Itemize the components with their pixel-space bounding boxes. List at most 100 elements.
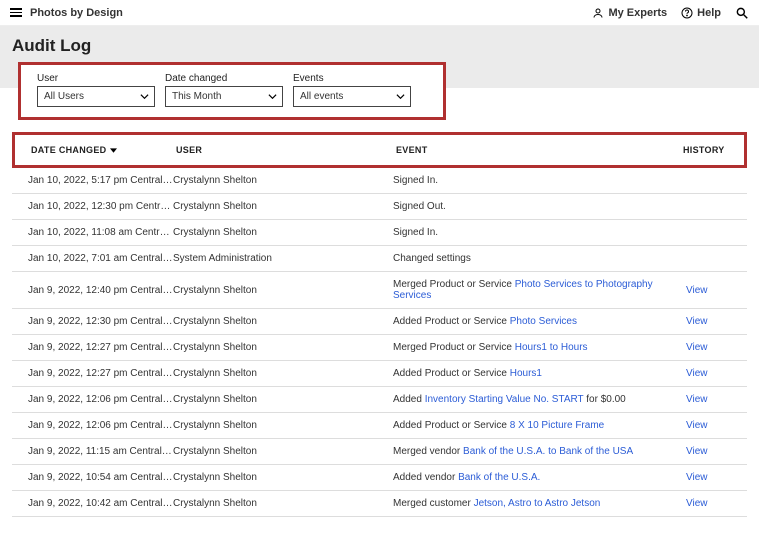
user-select[interactable]: All Users — [37, 86, 155, 107]
search-icon — [735, 6, 749, 20]
cell-event: Added Inventory Starting Value No. START… — [393, 394, 686, 405]
help-button[interactable]: Help — [681, 7, 721, 19]
cell-date: Jan 9, 2022, 12:40 pm Central Standa… — [18, 285, 173, 296]
cell-event: Merged Product or Service Hours1 to Hour… — [393, 342, 686, 353]
sort-desc-icon — [110, 145, 117, 155]
page-title: Audit Log — [12, 36, 747, 56]
col-header-history[interactable]: HISTORY — [683, 145, 738, 155]
cell-history: View — [686, 342, 741, 353]
view-link[interactable]: View — [686, 498, 708, 509]
cell-user: Crystalynn Shelton — [173, 201, 393, 212]
cell-date: Jan 9, 2022, 12:27 pm Central Standa… — [18, 368, 173, 379]
col-header-user[interactable]: USER — [176, 145, 396, 155]
cell-history: View — [686, 420, 741, 431]
help-icon — [681, 7, 693, 19]
cell-date: Jan 9, 2022, 12:30 pm Central Standa… — [18, 316, 173, 327]
cell-event: Merged Product or Service Photo Services… — [393, 279, 686, 301]
view-link[interactable]: View — [686, 420, 708, 431]
event-link[interactable]: Bank of the U.S.A. to Bank of the USA — [463, 446, 633, 457]
table-row: Jan 9, 2022, 11:15 am Central Standa…Cry… — [12, 439, 747, 465]
help-label: Help — [697, 7, 721, 19]
cell-user: Crystalynn Shelton — [173, 446, 393, 457]
filter-events: Events All events — [293, 73, 411, 107]
table-row: Jan 9, 2022, 12:27 pm Central Standa…Cry… — [12, 335, 747, 361]
view-link[interactable]: View — [686, 316, 708, 327]
event-link[interactable]: Jetson, Astro to Astro Jetson — [474, 498, 601, 509]
cell-history: View — [686, 446, 741, 457]
event-link[interactable]: Hours1 — [510, 368, 542, 379]
table-row: Jan 9, 2022, 12:40 pm Central Standa…Cry… — [12, 272, 747, 309]
filter-user: User All Users — [37, 73, 155, 107]
view-link[interactable]: View — [686, 472, 708, 483]
filter-user-label: User — [37, 73, 155, 84]
cell-date: Jan 9, 2022, 12:06 pm Central Standa… — [18, 394, 173, 405]
cell-date: Jan 9, 2022, 10:42 am Central Standa… — [18, 498, 173, 509]
cell-event: Added Product or Service Hours1 — [393, 368, 686, 379]
cell-user: Crystalynn Shelton — [173, 227, 393, 238]
filter-date-label: Date changed — [165, 73, 283, 84]
view-link[interactable]: View — [686, 368, 708, 379]
cell-date: Jan 9, 2022, 12:27 pm Central Standa… — [18, 342, 173, 353]
topbar: Photos by Design My Experts Help — [0, 0, 759, 26]
table-row: Jan 10, 2022, 11:08 am Central Stand…Cry… — [12, 220, 747, 246]
view-link[interactable]: View — [686, 394, 708, 405]
col-header-date[interactable]: DATE CHANGED — [21, 145, 176, 155]
cell-event: Changed settings — [393, 253, 686, 264]
table-row: Jan 9, 2022, 12:30 pm Central Standa…Cry… — [12, 309, 747, 335]
cell-date: Jan 9, 2022, 12:06 pm Central Standa… — [18, 420, 173, 431]
brand: Photos by Design — [30, 7, 123, 19]
filter-date: Date changed This Month — [165, 73, 283, 107]
cell-user: Crystalynn Shelton — [173, 498, 393, 509]
cell-date: Jan 10, 2022, 11:08 am Central Stand… — [18, 227, 173, 238]
person-icon — [592, 7, 604, 19]
event-link[interactable]: 8 X 10 Picture Frame — [510, 420, 604, 431]
table-row: Jan 9, 2022, 12:27 pm Central Standa…Cry… — [12, 361, 747, 387]
event-link[interactable]: Hours1 to Hours — [515, 342, 588, 353]
cell-history: View — [686, 498, 741, 509]
col-header-event[interactable]: EVENT — [396, 145, 683, 155]
cell-user: System Administration — [173, 253, 393, 264]
cell-event: Added Product or Service 8 X 10 Picture … — [393, 420, 686, 431]
table-row: Jan 10, 2022, 7:01 am Central Standa…Sys… — [12, 246, 747, 272]
cell-user: Crystalynn Shelton — [173, 316, 393, 327]
user-select-value: All Users — [44, 91, 84, 102]
cell-history: View — [686, 316, 741, 327]
cell-user: Crystalynn Shelton — [173, 175, 393, 186]
cell-date: Jan 10, 2022, 12:30 pm Central Stand… — [18, 201, 173, 212]
cell-date: Jan 9, 2022, 11:15 am Central Standa… — [18, 446, 173, 457]
event-link[interactable]: Photo Services — [510, 316, 577, 327]
cell-user: Crystalynn Shelton — [173, 394, 393, 405]
view-link[interactable]: View — [686, 342, 708, 353]
cell-event: Merged customer Jetson, Astro to Astro J… — [393, 498, 686, 509]
cell-user: Crystalynn Shelton — [173, 420, 393, 431]
date-select[interactable]: This Month — [165, 86, 283, 107]
cell-user: Crystalynn Shelton — [173, 472, 393, 483]
my-experts-button[interactable]: My Experts — [592, 7, 667, 19]
search-button[interactable] — [735, 6, 749, 20]
table-row: Jan 9, 2022, 10:42 am Central Standa…Cry… — [12, 491, 747, 517]
cell-date: Jan 9, 2022, 10:54 am Central Standa… — [18, 472, 173, 483]
cell-user: Crystalynn Shelton — [173, 342, 393, 353]
cell-user: Crystalynn Shelton — [173, 368, 393, 379]
cell-date: Jan 10, 2022, 7:01 am Central Standa… — [18, 253, 173, 264]
menu-icon[interactable] — [10, 8, 22, 17]
table-row: Jan 9, 2022, 10:54 am Central Standa…Cry… — [12, 465, 747, 491]
cell-date: Jan 10, 2022, 5:17 pm Central Standa… — [18, 175, 173, 186]
table-row: Jan 10, 2022, 12:30 pm Central Stand…Cry… — [12, 194, 747, 220]
view-link[interactable]: View — [686, 446, 708, 457]
events-select[interactable]: All events — [293, 86, 411, 107]
event-link[interactable]: Inventory Starting Value No. START — [425, 394, 584, 405]
cell-event: Signed In. — [393, 175, 686, 186]
filters-panel: User All Users Date changed This Month E… — [18, 62, 446, 120]
my-experts-label: My Experts — [608, 7, 667, 19]
chevron-down-icon — [268, 91, 277, 102]
cell-event: Signed Out. — [393, 201, 686, 212]
table-header: DATE CHANGED USER EVENT HISTORY — [12, 132, 747, 168]
chevron-down-icon — [396, 91, 405, 102]
table-row: Jan 10, 2022, 5:17 pm Central Standa…Cry… — [12, 168, 747, 194]
view-link[interactable]: View — [686, 285, 708, 296]
cell-event: Signed In. — [393, 227, 686, 238]
table-row: Jan 9, 2022, 12:06 pm Central Standa…Cry… — [12, 413, 747, 439]
event-link[interactable]: Bank of the U.S.A. — [458, 472, 540, 483]
date-select-value: This Month — [172, 91, 221, 102]
